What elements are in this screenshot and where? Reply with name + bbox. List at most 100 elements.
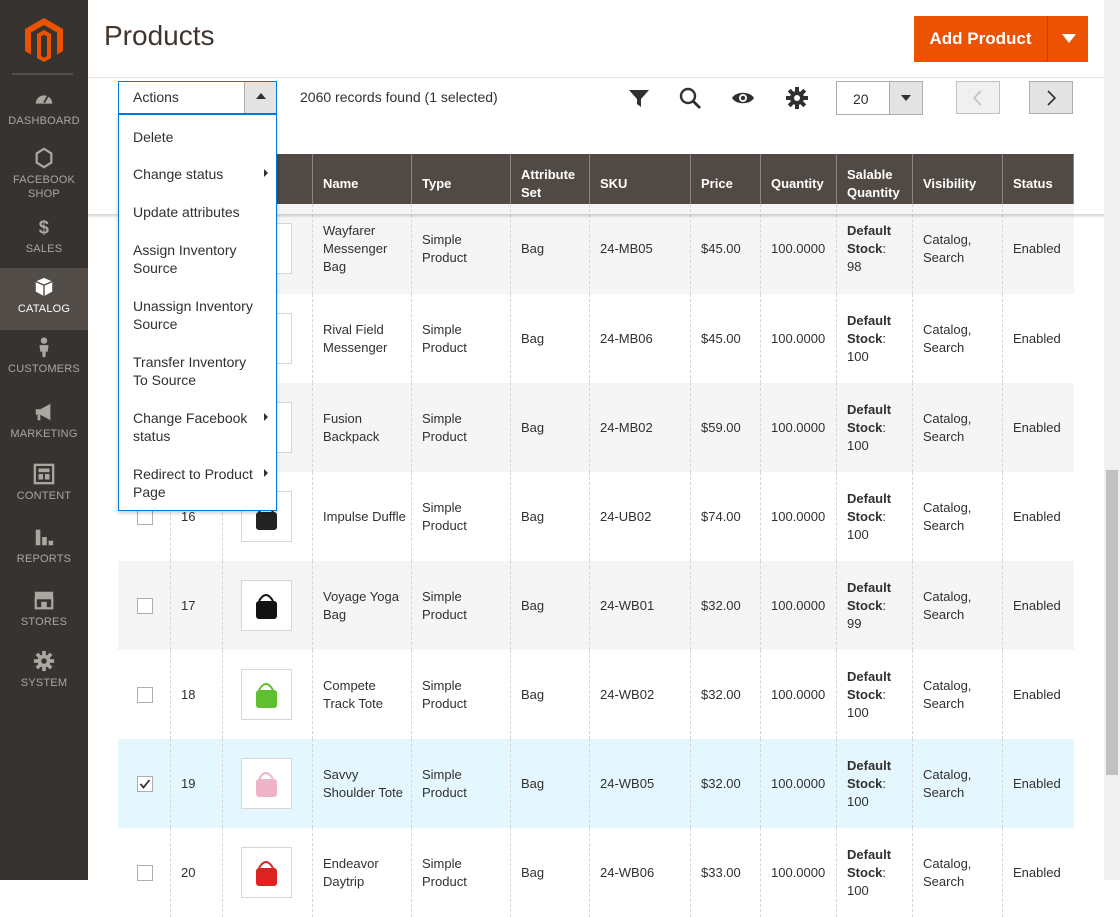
- table-cell: [223, 828, 313, 917]
- sidebar-item-customers[interactable]: CUSTOMERS: [0, 336, 88, 384]
- per-page-toggle[interactable]: [889, 82, 922, 114]
- table-row[interactable]: 18 Compete Track Tote Simple Product Bag 24-…: [118, 650, 1074, 739]
- sidebar-item-label: CATALOG: [17, 303, 71, 315]
- cell-visibility: Catalog, Search: [923, 232, 972, 265]
- table-cell: Default Stock: 100: [837, 828, 913, 917]
- checkmark-icon: [139, 779, 151, 789]
- gear-icon[interactable]: [785, 86, 809, 110]
- salable-value: 98: [847, 259, 862, 274]
- actions-menu-item[interactable]: Delete: [133, 128, 263, 146]
- product-thumbnail[interactable]: [241, 758, 292, 809]
- salable-value: 100: [847, 882, 869, 898]
- cell-status: Enabled: [1013, 864, 1061, 880]
- row-checkbox[interactable]: [137, 865, 153, 881]
- row-checkbox[interactable]: [137, 776, 153, 792]
- cell-quantity: 100.0000: [771, 241, 826, 256]
- cell-attribute-set: Bag: [521, 330, 545, 346]
- row-checkbox[interactable]: [137, 687, 153, 703]
- cell-type: Simple Product: [422, 855, 467, 889]
- row-checkbox[interactable]: [137, 598, 153, 614]
- sidebar-item-content[interactable]: CONTENT: [0, 463, 88, 511]
- cell-type: Simple Product: [422, 766, 467, 800]
- add-product-label[interactable]: Add Product: [914, 16, 1047, 62]
- cell-sku: 24-WB01: [600, 597, 655, 613]
- chevron-left-icon: [972, 90, 982, 106]
- actions-menu-item[interactable]: Unassign Inventory Source: [133, 297, 263, 333]
- table-cell: 17: [171, 561, 223, 650]
- sidebar-item-catalog[interactable]: CATALOG: [0, 268, 88, 330]
- eye-icon[interactable]: [731, 86, 755, 110]
- search-icon[interactable]: [678, 86, 702, 110]
- actions-menu-item[interactable]: Change Facebook status: [133, 409, 268, 445]
- table-row[interactable]: 20 Endeavor Daytrip Simple Product Bag 24-WB…: [118, 828, 1074, 917]
- sidebar-item-facebook-shop[interactable]: FACEBOOK SHOP: [0, 147, 88, 209]
- menu-item-label: Update attributes: [133, 204, 240, 220]
- dashboard-icon: [35, 95, 53, 104]
- actions-value: Actions: [133, 89, 179, 105]
- prev-page-button[interactable]: [956, 81, 1000, 114]
- cell-salable-quantity: Default Stock: 100: [847, 668, 892, 720]
- cell-sku: 24-UB02: [600, 508, 652, 524]
- filter-icon[interactable]: [627, 86, 651, 110]
- gear-icon: [33, 650, 55, 672]
- row-checkbox[interactable]: [137, 509, 153, 525]
- cell-visibility: Catalog, Search: [923, 321, 972, 355]
- sidebar-item-label: CUSTOMERS: [8, 363, 80, 375]
- stock-label: Default Stock: [847, 579, 892, 613]
- cell-salable-quantity: Default Stock: 100: [847, 312, 892, 364]
- table-cell: Enabled: [1003, 472, 1074, 561]
- stock-label: Default Stock: [847, 401, 892, 435]
- table-cell: Simple Product: [412, 650, 511, 739]
- cell-price: $33.00: [701, 864, 741, 880]
- next-page-button[interactable]: [1029, 81, 1073, 114]
- sidebar-item-dashboard[interactable]: DASHBOARD: [0, 88, 88, 132]
- actions-menu-item[interactable]: Update attributes: [133, 203, 263, 221]
- add-product-button[interactable]: Add Product: [914, 16, 1088, 62]
- cell-attribute-set: Bag: [521, 508, 545, 524]
- per-page-select[interactable]: 20: [836, 81, 923, 115]
- table-cell: Rival Field Messenger: [313, 294, 412, 383]
- product-thumbnail[interactable]: [241, 580, 292, 631]
- magento-logo[interactable]: [24, 18, 64, 62]
- actions-menu-item[interactable]: Change status: [133, 165, 268, 183]
- table-cell: Compete Track Tote: [313, 650, 412, 739]
- table-cell: Bag: [511, 294, 590, 383]
- cell-id: 17: [181, 597, 196, 613]
- actions-menu-item[interactable]: Transfer Inventory To Source: [133, 353, 263, 389]
- salable-value: 100: [847, 526, 869, 542]
- page-title: Products: [104, 20, 215, 51]
- column-header-label: Type: [422, 176, 452, 191]
- sidebar-item-stores[interactable]: STORES: [0, 589, 88, 637]
- table-cell: Voyage Yoga Bag: [313, 561, 412, 650]
- column-header-label: Attribute Set: [521, 167, 576, 200]
- cell-type: Simple Product: [422, 677, 467, 711]
- table-cell: Fusion Backpack: [313, 383, 412, 472]
- sidebar-item-marketing[interactable]: MARKETING: [0, 401, 88, 449]
- actions-menu-item[interactable]: Redirect to Product Page: [133, 465, 268, 501]
- cell-salable-quantity: Default Stock: 100: [847, 401, 892, 453]
- actions-dropdown[interactable]: Actions: [118, 81, 277, 114]
- actions-menu-item[interactable]: Assign Inventory Source: [133, 241, 263, 277]
- sidebar-item-reports[interactable]: REPORTS: [0, 526, 88, 574]
- box-icon: [35, 277, 53, 297]
- scrollbar-thumb[interactable]: [1106, 470, 1118, 775]
- column-header-label: Status: [1013, 176, 1053, 191]
- table-cell: $33.00: [691, 828, 761, 917]
- actions-toggle[interactable]: [244, 82, 276, 113]
- table-row[interactable]: 19 Savvy Shoulder Tote Simple Product Bag 24…: [118, 739, 1074, 828]
- product-thumbnail[interactable]: [241, 669, 292, 720]
- cell-attribute-set: Bag: [521, 864, 545, 880]
- add-product-dropdown-toggle[interactable]: [1047, 16, 1088, 62]
- cell-attribute-set: Bag: [521, 241, 545, 256]
- table-row[interactable]: 17 Voyage Yoga Bag Simple Product Bag 24-WB0…: [118, 561, 1074, 650]
- sidebar-item-sales[interactable]: $ SALES: [0, 216, 88, 264]
- table-cell: 24-WB02: [590, 650, 691, 739]
- chevron-right-icon: [1047, 90, 1057, 106]
- sidebar-item-system[interactable]: SYSTEM: [0, 650, 88, 698]
- sidebar-item-label: MARKETING: [10, 428, 78, 440]
- table-cell: Bag: [511, 739, 590, 828]
- product-thumbnail[interactable]: [241, 847, 292, 898]
- table-cell: Simple Product: [412, 739, 511, 828]
- cell-status: Enabled: [1013, 330, 1061, 346]
- table-cell: Enabled: [1003, 294, 1074, 383]
